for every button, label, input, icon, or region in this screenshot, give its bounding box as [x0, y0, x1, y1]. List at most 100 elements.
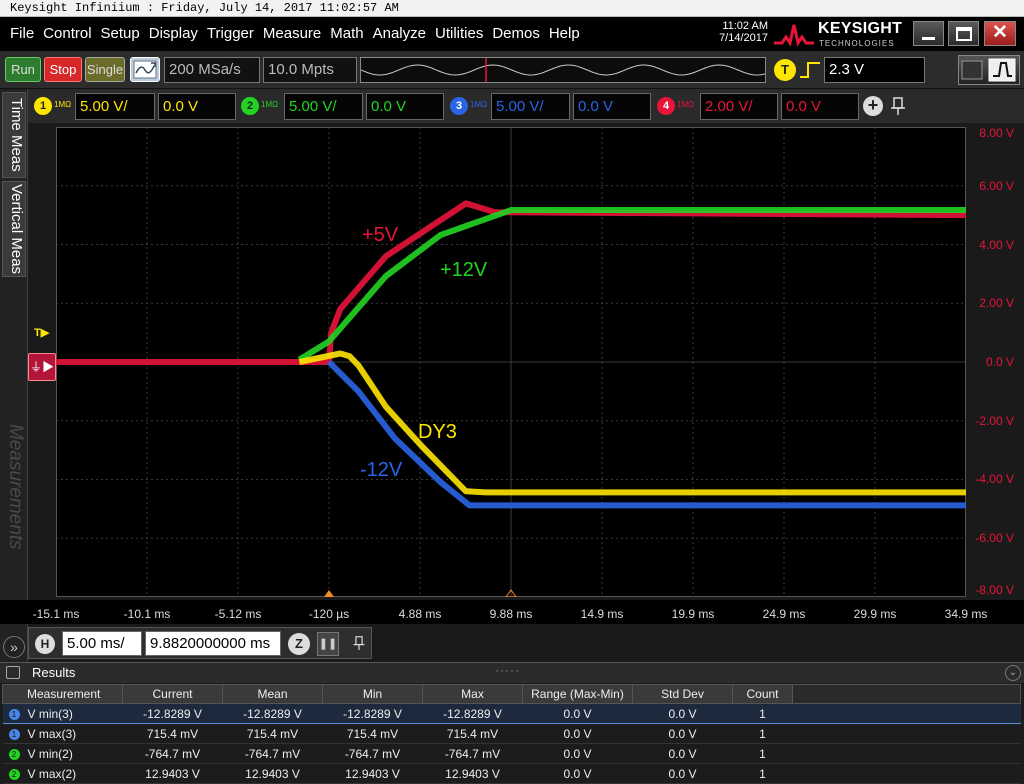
stop-button[interactable]: Stop — [44, 57, 82, 82]
col-max[interactable]: Max — [422, 684, 523, 704]
channel-4-scale[interactable]: 2.00 V/ — [700, 93, 778, 120]
col-count[interactable]: Count — [732, 684, 793, 704]
table-cell: -764.7 mV — [222, 743, 323, 764]
horizontal-badge[interactable]: H — [35, 634, 55, 654]
results-icon[interactable] — [6, 666, 20, 679]
sample-rate-field[interactable]: 200 MSa/s — [164, 57, 260, 83]
pause-button[interactable]: ❚❚ — [317, 632, 339, 656]
trigger-wizard-button[interactable] — [958, 55, 1020, 85]
col-mean[interactable]: Mean — [222, 684, 323, 704]
menu-demos[interactable]: Demos — [492, 25, 540, 42]
row-channel-badge: 1 — [8, 708, 20, 720]
waveform-display[interactable]: +5V +12V DY3 -12V — [56, 127, 966, 597]
rising-edge-icon[interactable] — [799, 60, 821, 80]
channel-4-badge[interactable]: 4 — [657, 97, 675, 115]
y-tick-label: 2.00 V — [979, 296, 1014, 310]
add-channel-button[interactable]: + — [863, 96, 883, 116]
channel-3-scale[interactable]: 5.00 V/ — [491, 93, 570, 120]
channel-1-offset[interactable]: 0.0 V — [158, 93, 236, 120]
table-cell: 12.9403 V — [122, 763, 223, 784]
measurement-name: V min(2) — [27, 746, 73, 761]
channel-2-badge[interactable]: 2 — [241, 97, 259, 115]
x-tick-label: 24.9 ms — [762, 607, 806, 621]
table-row[interactable]: 2V max(2) 12.9403 V 12.9403 V 12.9403 V … — [2, 763, 1021, 784]
trigger-level-field[interactable]: 2.3 V — [824, 57, 925, 83]
results-header: Results ····· ⌄ — [0, 663, 1024, 683]
table-row[interactable]: 1 V max(3) 715.4 mV 715.4 mV 715.4 mV 715… — [2, 723, 1021, 744]
tab-time-meas[interactable]: Time Meas — [2, 92, 26, 178]
table-cell: 12.9403 V — [322, 763, 423, 784]
col-measurement[interactable]: Measurement — [2, 684, 123, 704]
trigger-badge[interactable]: T — [774, 59, 796, 81]
keysight-logo: KEYSIGHT TECHNOLOGIES — [774, 19, 908, 49]
channel-2-scale[interactable]: 5.00 V/ — [284, 93, 363, 120]
measurement-name: V min(3) — [27, 706, 73, 721]
col-current[interactable]: Current — [122, 684, 223, 704]
menu-file[interactable]: File — [10, 25, 34, 42]
measurement-cell: 1 V min(3) — [2, 703, 123, 724]
menu-help[interactable]: Help — [549, 25, 580, 42]
table-cell: -12.8289 V — [122, 703, 223, 724]
menu-analyze[interactable]: Analyze — [373, 25, 426, 42]
autoscale-button[interactable] — [130, 57, 160, 82]
menu-math[interactable]: Math — [330, 25, 363, 42]
table-row[interactable]: 1 V min(3) -12.8289 V -12.8289 V -12.8289… — [2, 703, 1021, 724]
y-tick-label: -2.00 V — [975, 414, 1014, 428]
pin-channel-bar-button[interactable] — [889, 95, 907, 117]
waveform-overview[interactable] — [360, 57, 766, 83]
brand-sub: TECHNOLOGIES — [819, 39, 895, 48]
menu-display[interactable]: Display — [149, 25, 198, 42]
y-tick-label: 4.00 V — [979, 238, 1014, 252]
single-button[interactable]: Single — [85, 57, 125, 82]
x-tick-label: -120 µs — [308, 607, 350, 621]
minimize-icon — [922, 37, 935, 40]
close-icon: ✕ — [992, 22, 1008, 43]
channel-4-ground-marker[interactable]: ⏚▶ — [28, 353, 56, 381]
menu-trigger[interactable]: Trigger — [207, 25, 254, 42]
pin-icon — [891, 97, 905, 115]
memory-depth-field[interactable]: 10.0 Mpts — [263, 57, 357, 83]
pin-horizontal-bar-button[interactable] — [352, 633, 366, 656]
col-min[interactable]: Min — [322, 684, 423, 704]
close-button[interactable]: ✕ — [984, 21, 1016, 46]
menu-control[interactable]: Control — [43, 25, 91, 42]
zoom-button[interactable]: Z — [288, 633, 310, 655]
x-tick-label: 19.9 ms — [671, 607, 715, 621]
channel-2-offset[interactable]: 0.0 V — [366, 93, 444, 120]
menu-measure[interactable]: Measure — [263, 25, 321, 42]
menu-setup[interactable]: Setup — [101, 25, 140, 42]
tab-vertical-meas[interactable]: Vertical Meas — [2, 181, 26, 277]
table-cell: -764.7 mV — [122, 743, 223, 764]
table-cell — [792, 743, 1021, 764]
channel-2-coupling: 1MΩ — [261, 100, 279, 109]
col-stddev[interactable]: Std Dev — [632, 684, 733, 704]
results-resize-handle[interactable]: ····· — [495, 663, 520, 677]
y-tick-label: 6.00 V — [979, 179, 1014, 193]
horizontal-scale-field[interactable]: 5.00 ms/ — [62, 631, 142, 656]
run-button[interactable]: Run — [5, 57, 41, 82]
table-cell: 0.0 V — [522, 763, 633, 784]
channel-3-offset[interactable]: 0.0 V — [573, 93, 651, 120]
channel-1-scale[interactable]: 5.00 V/ — [75, 93, 155, 120]
col-range[interactable]: Range (Max-Min) — [522, 684, 633, 704]
trigger-level-marker[interactable]: T▶ — [34, 326, 49, 339]
restore-button[interactable] — [948, 21, 979, 46]
table-row[interactable]: 2V min(2) -764.7 mV -764.7 mV -764.7 mV … — [2, 743, 1021, 764]
expand-panel-button[interactable]: » — [3, 636, 25, 658]
menu-utilities[interactable]: Utilities — [435, 25, 483, 42]
x-tick-label: 29.9 ms — [853, 607, 897, 621]
channel-4-offset[interactable]: 0.0 V — [781, 93, 859, 120]
y-tick-label: -8.00 V — [975, 583, 1014, 597]
table-cell: 1 — [732, 743, 793, 764]
horizontal-position-field[interactable]: 9.8820000000 ms — [145, 631, 281, 656]
channel-3-badge[interactable]: 3 — [450, 97, 468, 115]
x-tick-label: 14.9 ms — [580, 607, 624, 621]
y-axis-labels: 8.00 V 6.00 V 4.00 V 2.00 V 0.0 V -2.00 … — [966, 126, 1024, 597]
results-collapse-button[interactable]: ⌄ — [1005, 665, 1021, 681]
trigger-marker-label: T — [34, 327, 41, 339]
channel-1-badge[interactable]: 1 — [34, 97, 52, 115]
minimize-button[interactable] — [913, 21, 944, 46]
horizontal-controls: H 5.00 ms/ 9.8820000000 ms Z ❚❚ — [28, 627, 372, 659]
trigger-time-marker — [324, 590, 334, 597]
table-cell: 0.0 V — [522, 703, 633, 724]
